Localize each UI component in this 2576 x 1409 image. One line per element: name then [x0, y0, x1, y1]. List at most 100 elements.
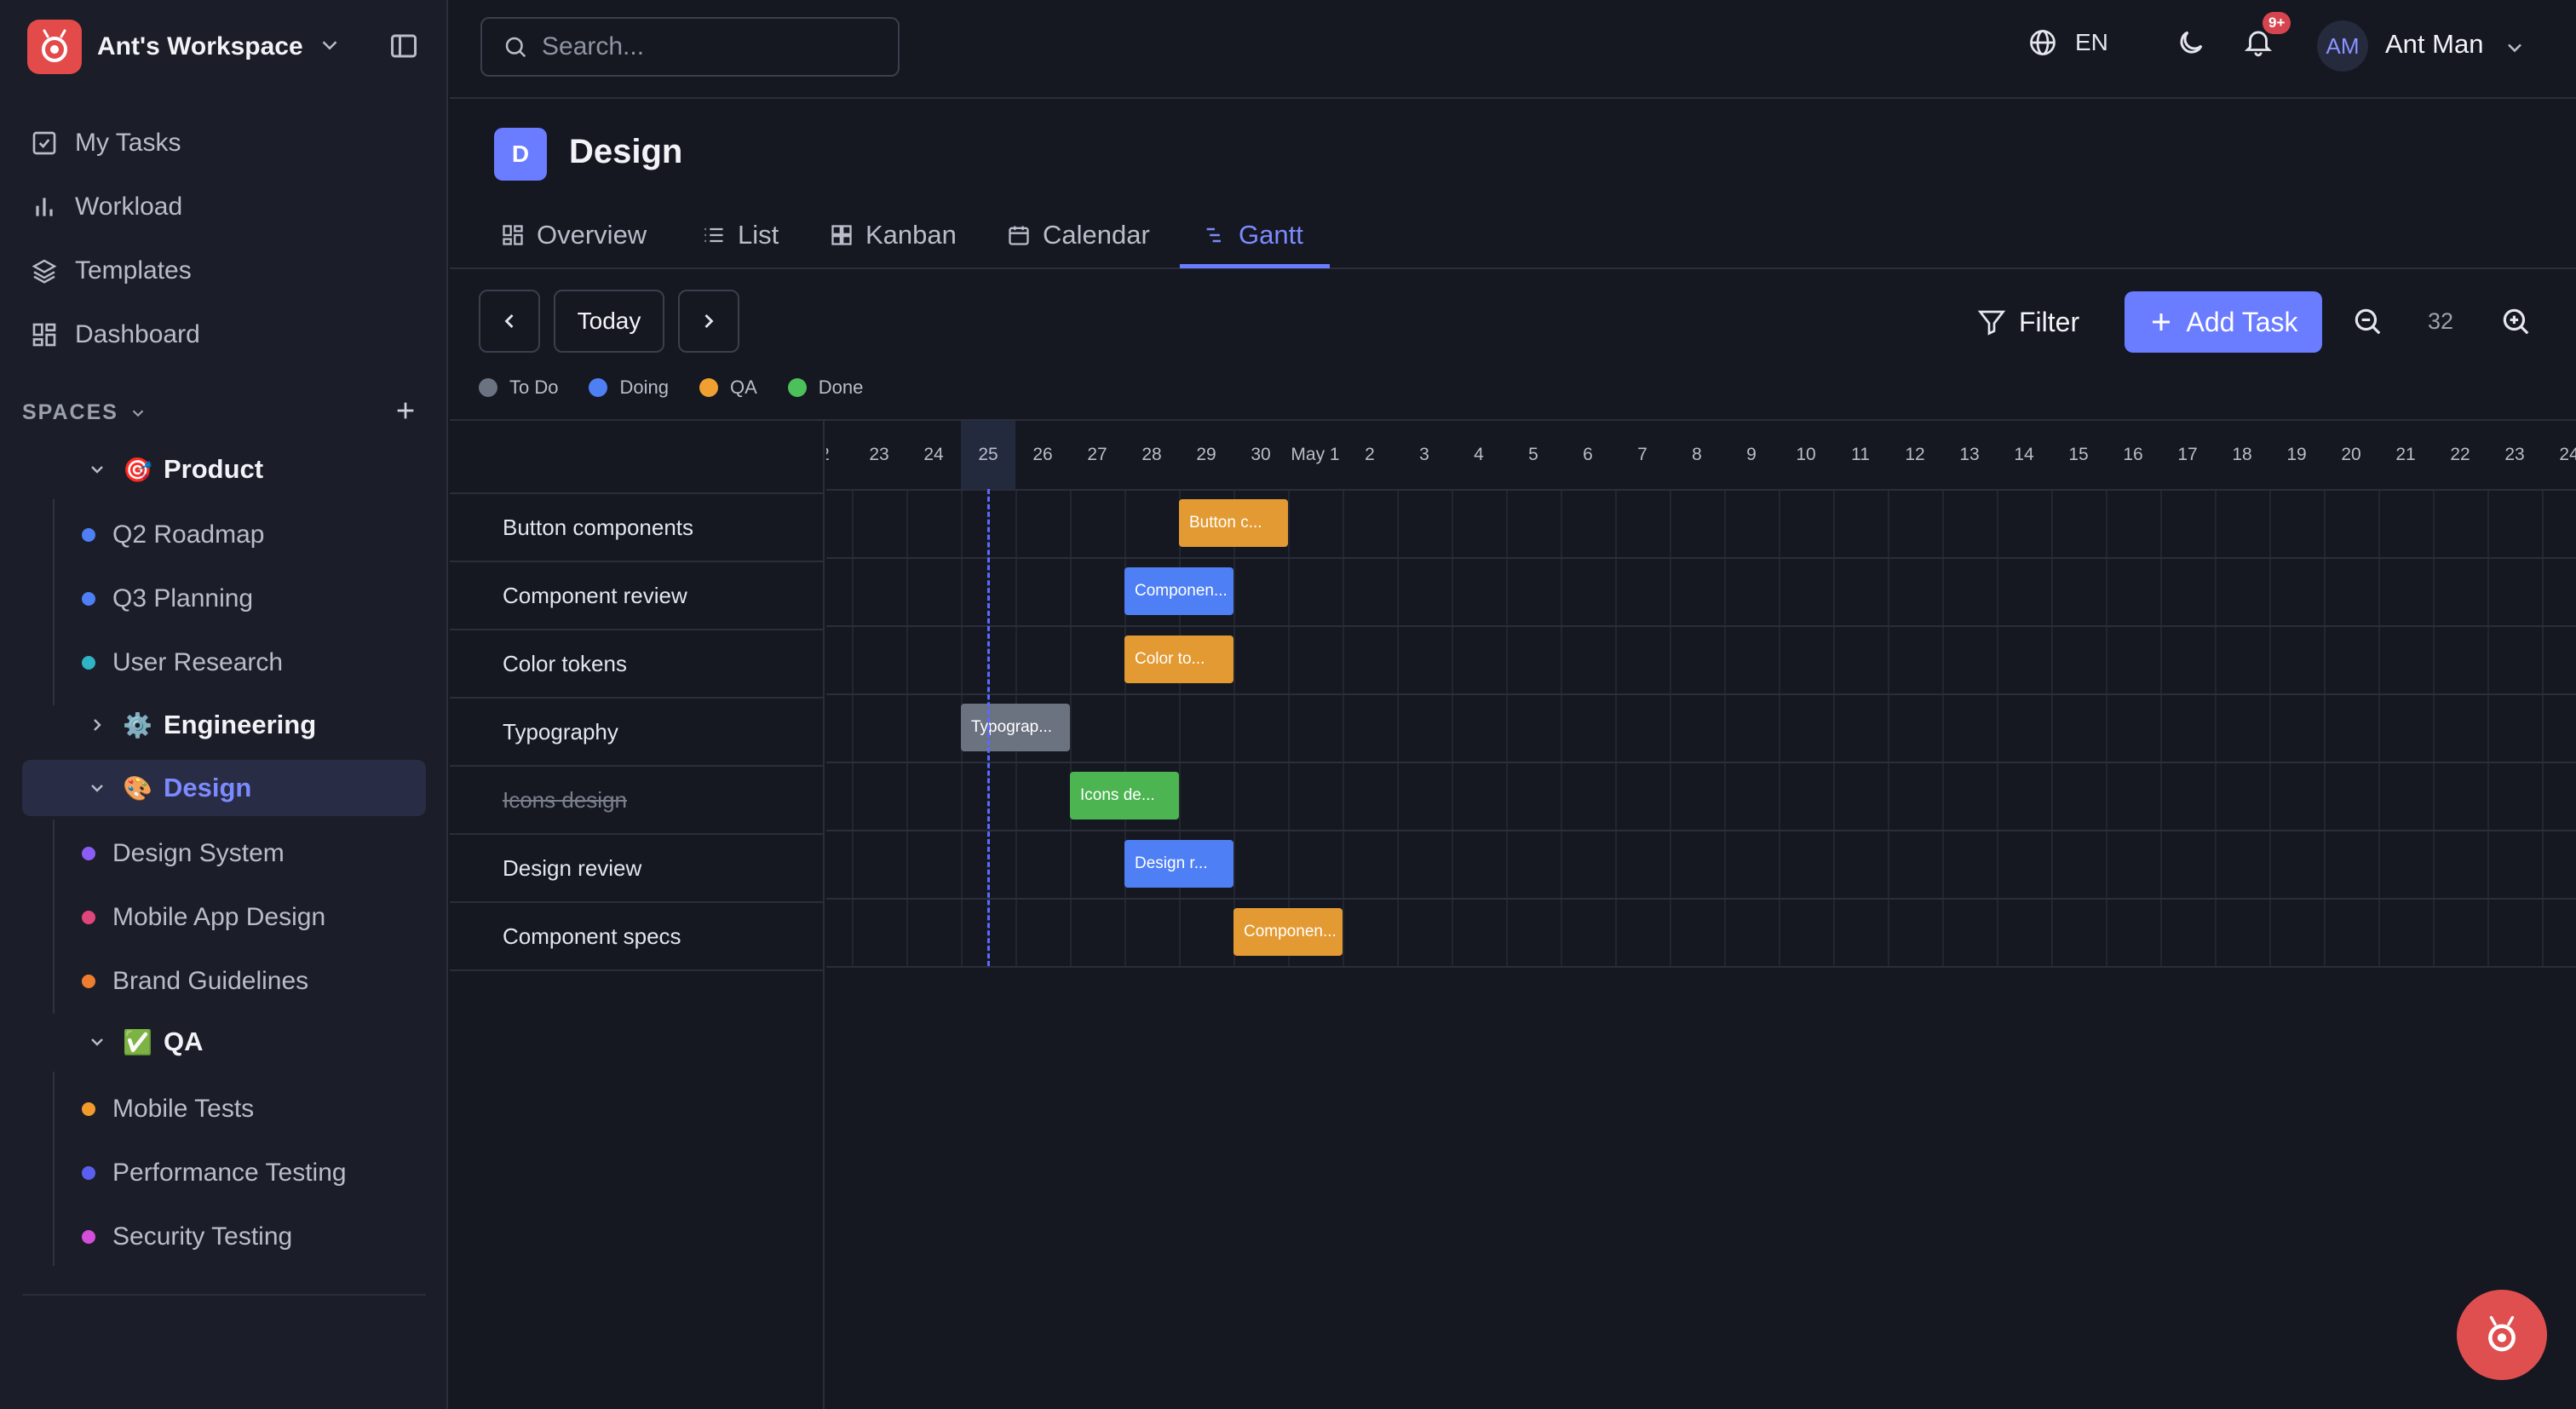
- check-square-icon: [27, 126, 61, 160]
- workspace-switcher[interactable]: Ant's Workspace: [27, 19, 421, 75]
- grid-line: [826, 693, 2576, 695]
- list-item-design-system[interactable]: Design System: [82, 831, 285, 876]
- space-product[interactable]: 🎯 Product: [22, 441, 426, 497]
- chevron-down-icon[interactable]: [82, 459, 112, 480]
- avatar[interactable]: AM: [2317, 20, 2368, 72]
- nav-dashboard[interactable]: Dashboard: [27, 311, 421, 359]
- language-switcher[interactable]: EN: [2027, 27, 2108, 58]
- app-logo-icon: [2488, 1315, 2516, 1352]
- grid-line: [826, 966, 2576, 968]
- add-space-icon[interactable]: [392, 397, 419, 424]
- tab-calendar[interactable]: Calendar: [1007, 201, 1150, 269]
- grid-line: [826, 898, 2576, 900]
- space-emoji: 🎯: [123, 456, 152, 483]
- layers-icon: [27, 254, 61, 288]
- task-row[interactable]: Design review: [450, 835, 823, 903]
- legend-dot: [479, 378, 497, 397]
- day-header: 19: [2286, 445, 2307, 464]
- chevron-down-icon[interactable]: [82, 778, 112, 798]
- language-label: EN: [2075, 29, 2108, 55]
- list-item-mobile-tests[interactable]: Mobile Tests: [82, 1087, 254, 1131]
- day-header: 2: [826, 421, 852, 489]
- add-task-button[interactable]: Add Task: [2125, 291, 2322, 353]
- moon-icon[interactable]: [2176, 27, 2206, 58]
- filter-button[interactable]: Filter: [1976, 298, 2079, 346]
- workspace-name: Ant's Workspace: [97, 32, 303, 60]
- grid-line: [852, 489, 854, 966]
- list-item-security-testing[interactable]: Security Testing: [82, 1215, 292, 1259]
- gantt-bar[interactable]: Componen...: [1124, 567, 1233, 615]
- day-header: 30: [1251, 445, 1271, 464]
- list-item-brand-guidelines[interactable]: Brand Guidelines: [82, 959, 308, 1004]
- user-name[interactable]: Ant Man: [2385, 29, 2483, 60]
- day-header: 3: [1419, 445, 1429, 464]
- grid-line: [1233, 489, 1235, 966]
- tab-list[interactable]: List: [702, 201, 779, 269]
- sidebar: Ant's Workspace My Tasks Workload Templa…: [0, 0, 448, 1409]
- today-marker-line: [987, 489, 990, 966]
- space-qa[interactable]: ✅ QA: [22, 1014, 426, 1070]
- today-button[interactable]: Today: [554, 290, 664, 353]
- tab-label: Calendar: [1043, 220, 1150, 250]
- gantt-bar[interactable]: Button c...: [1179, 499, 1288, 547]
- grid-line: [1343, 489, 1344, 966]
- page-title: Design: [569, 133, 683, 170]
- previous-button[interactable]: [479, 290, 540, 353]
- calendar-icon: [1007, 223, 1031, 247]
- gantt-bar[interactable]: Typograp...: [961, 704, 1070, 751]
- list-item-mobile-app-design[interactable]: Mobile App Design: [82, 895, 325, 940]
- nav-templates[interactable]: Templates: [27, 247, 421, 295]
- list-item-user-research[interactable]: User Research: [82, 641, 283, 685]
- tab-kanban[interactable]: Kanban: [830, 201, 957, 269]
- gantt-bar[interactable]: Componen...: [1233, 908, 1343, 956]
- gantt-icon: [1203, 223, 1227, 247]
- space-design[interactable]: 🎨 Design: [22, 760, 426, 816]
- task-row[interactable]: Icons design: [450, 767, 823, 835]
- search-icon: [503, 34, 528, 60]
- task-row[interactable]: Button components: [450, 494, 823, 562]
- next-button[interactable]: [678, 290, 739, 353]
- chevron-right-icon[interactable]: [82, 715, 112, 735]
- tab-gantt[interactable]: Gantt: [1203, 201, 1303, 269]
- task-row[interactable]: Color tokens: [450, 630, 823, 699]
- tab-overview[interactable]: Overview: [501, 201, 647, 269]
- list-item-q3-planning[interactable]: Q3 Planning: [82, 577, 253, 621]
- task-row[interactable]: Component specs: [450, 903, 823, 971]
- search-input[interactable]: Search...: [480, 17, 900, 77]
- grid-line: [1833, 489, 1835, 966]
- help-fab-button[interactable]: [2457, 1290, 2547, 1380]
- day-header: 16: [2123, 445, 2143, 464]
- chevron-down-icon[interactable]: [317, 32, 342, 58]
- day-header: 24: [923, 445, 944, 464]
- day-header: 9: [1746, 445, 1757, 464]
- task-row[interactable]: Typography: [450, 699, 823, 767]
- spaces-header[interactable]: SPACES: [22, 400, 147, 425]
- day-header: 27: [1087, 445, 1107, 464]
- gantt-bar[interactable]: Color to...: [1124, 635, 1233, 683]
- chevron-down-icon[interactable]: [2503, 36, 2527, 60]
- nav-label: Dashboard: [75, 320, 200, 348]
- gantt-timeline: 22324252627282930May 1234567891011121314…: [826, 421, 2576, 975]
- list-label: Design System: [112, 839, 285, 867]
- chevron-down-icon[interactable]: [82, 1032, 112, 1052]
- chevron-down-icon: [129, 404, 147, 423]
- gantt-bar[interactable]: Design r...: [1124, 840, 1233, 888]
- task-row[interactable]: Component review: [450, 562, 823, 630]
- nav-my-tasks[interactable]: My Tasks: [27, 119, 421, 167]
- grid-line: [1506, 489, 1508, 966]
- nav-workload[interactable]: Workload: [27, 183, 421, 231]
- list-item-performance-testing[interactable]: Performance Testing: [82, 1151, 347, 1195]
- gantt-bar[interactable]: Icons de...: [1070, 772, 1179, 820]
- space-label: QA: [164, 1027, 204, 1056]
- grid-line: [1724, 489, 1726, 966]
- zoom-out-icon[interactable]: [2351, 305, 2383, 337]
- list-label: Q3 Planning: [112, 584, 254, 612]
- zoom-in-icon[interactable]: [2499, 305, 2532, 337]
- nav-label: Templates: [75, 256, 192, 285]
- legend-label: QA: [729, 377, 757, 398]
- sidebar-toggle-icon[interactable]: [388, 31, 419, 61]
- space-engineering[interactable]: ⚙️ Engineering: [22, 697, 426, 753]
- day-header: 13: [1959, 445, 1980, 464]
- list-item-q2-roadmap[interactable]: Q2 Roadmap: [82, 513, 264, 557]
- tree-line: [53, 820, 55, 1014]
